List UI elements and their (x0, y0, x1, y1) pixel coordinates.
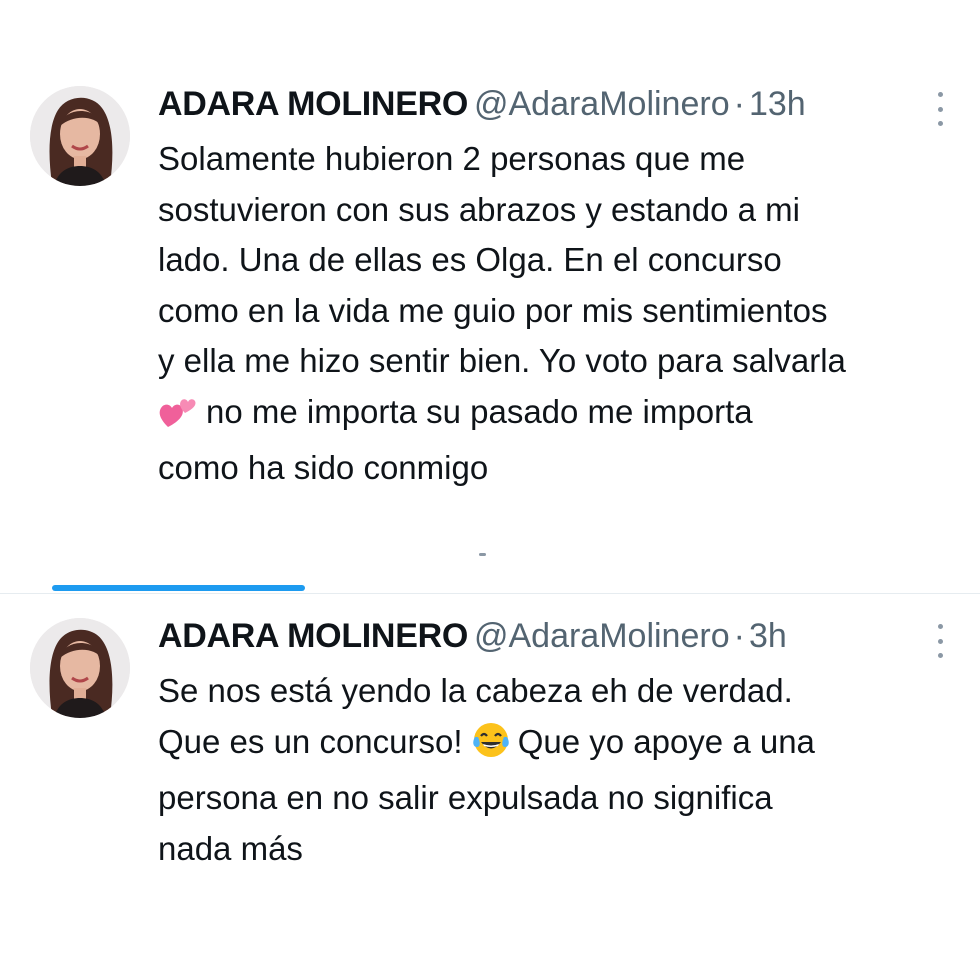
tweet-line: como en la vida me guio por mis sentimie… (158, 291, 828, 329)
tweet-line-text: no me importa su pasado me importa (206, 392, 753, 430)
separator-dot: · (733, 85, 745, 123)
tweet-line-text: Que es un concurso! (158, 722, 463, 760)
tweet-text: Se nos está yendo la cabeza eh de verdad… (158, 666, 958, 874)
display-name[interactable]: ADARA MOLINERO (158, 617, 468, 655)
timestamp[interactable]: 13h (749, 85, 806, 123)
user-handle[interactable]: @AdaraMolinero (474, 85, 730, 123)
avatar[interactable] (30, 86, 130, 186)
tweet-line: Que es un concurso! Que yo apoye a una (158, 717, 958, 774)
timestamp[interactable]: 3h (749, 617, 787, 655)
tweet-line: nada más (158, 829, 303, 867)
progress-indicator (52, 585, 305, 591)
tweet-line: Solamente hubieron 2 personas que me (158, 140, 746, 177)
tweet-line: sostuvieron con sus abrazos y estando a … (158, 190, 801, 228)
user-handle[interactable]: @AdaraMolinero (474, 617, 730, 655)
display-name[interactable]: ADARA MOLINERO (158, 85, 468, 123)
tweet-line: y ella me hizo sentir bien. Yo voto para… (158, 342, 846, 379)
tweet-line-text: Que yo apoye a una (517, 722, 815, 760)
tweet-header: ADARA MOLINERO @AdaraMolinero · 13h (158, 82, 806, 126)
tweet-header: ADARA MOLINERO @AdaraMolinero · 3h (158, 614, 787, 658)
tears-of-joy-icon (472, 721, 510, 774)
separator-dot: · (733, 617, 745, 655)
tweet-line: como ha sido conmigo (158, 449, 489, 486)
profile-photo (30, 86, 130, 186)
tweet-line: no me importa su pasado me importa (158, 387, 958, 444)
divider-mark (479, 553, 486, 556)
tweet-line: lado. Una de ellas es Olga. En el concur… (158, 241, 782, 278)
avatar[interactable] (30, 618, 130, 718)
tweet-line: persona en no salir expulsada no signifi… (158, 779, 773, 816)
more-options-icon[interactable] (932, 624, 948, 658)
tweet-text: Solamente hubieron 2 personas que me sos… (158, 134, 958, 494)
more-options-icon[interactable] (932, 92, 948, 126)
tweet-line: Se nos está yendo la cabeza eh de verdad… (158, 672, 793, 709)
profile-photo (30, 618, 130, 718)
tweet-divider (0, 593, 980, 594)
two-hearts-icon (158, 393, 198, 444)
